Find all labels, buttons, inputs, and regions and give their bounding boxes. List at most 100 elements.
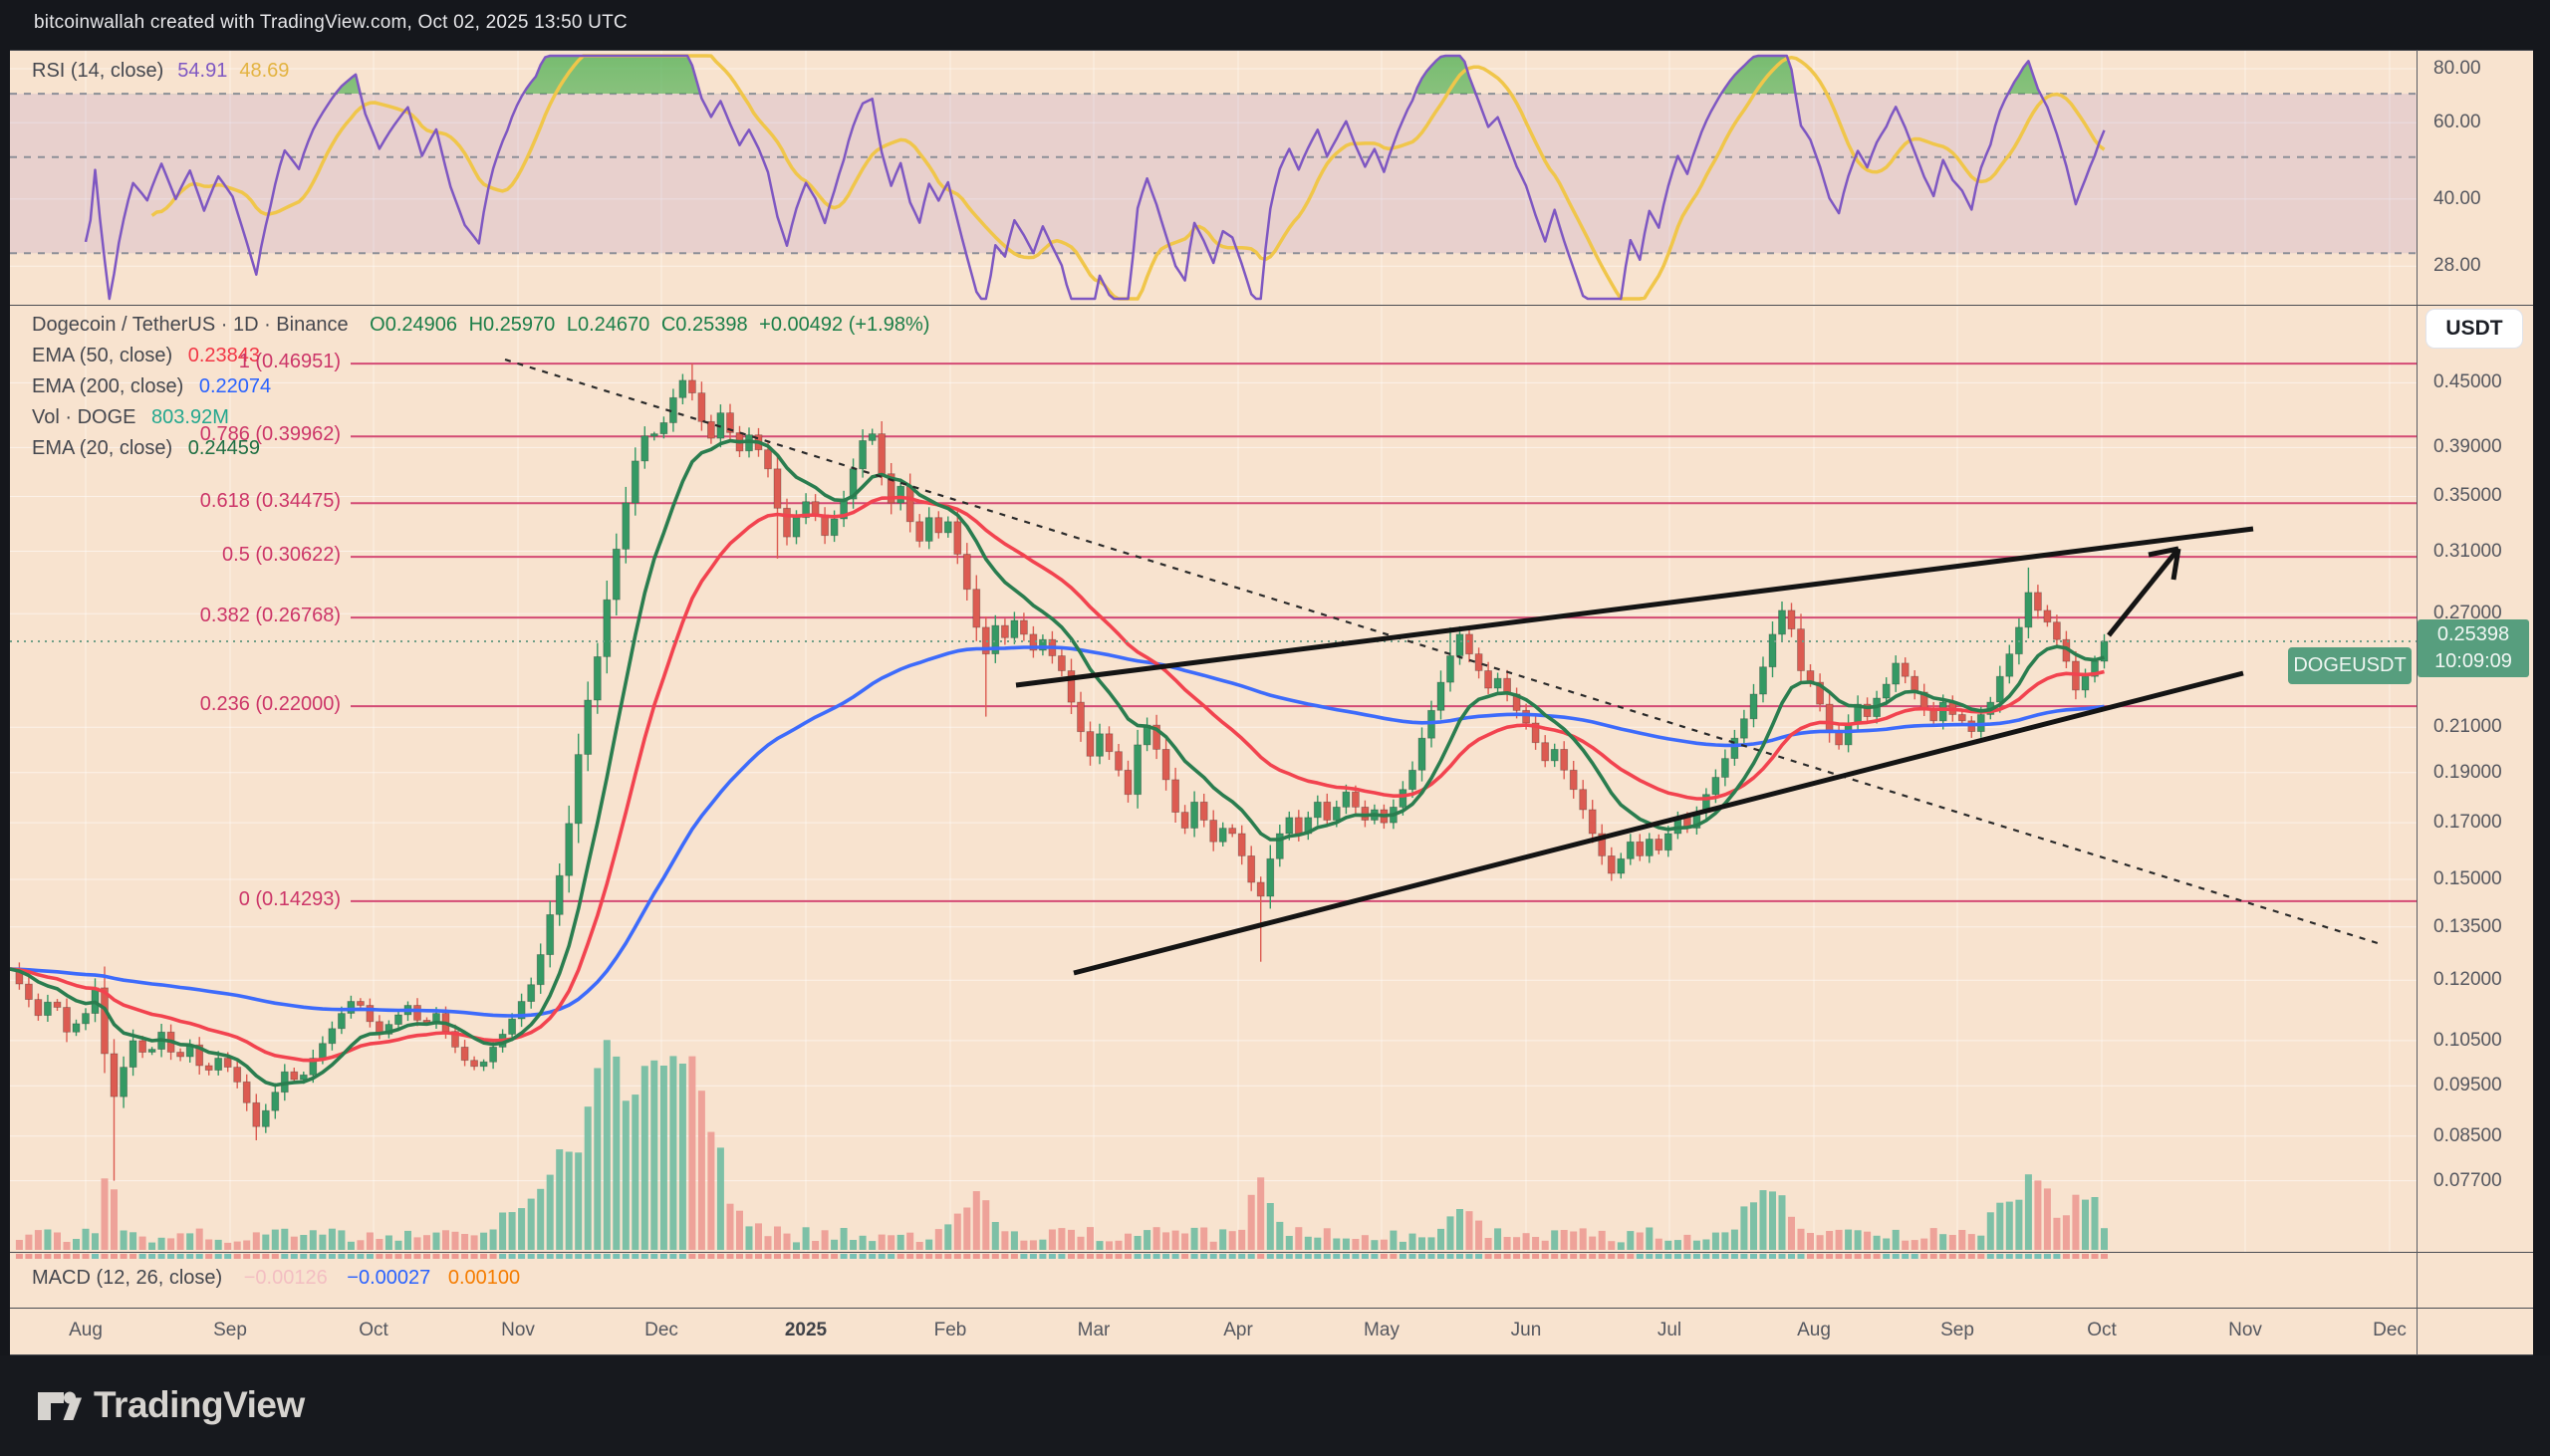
volume-bar — [774, 1227, 781, 1251]
volume-bar — [1466, 1211, 1473, 1250]
volume-bar — [1485, 1238, 1492, 1250]
time-axis-label[interactable]: Sep — [1917, 1320, 1997, 1341]
symbol-legend[interactable]: Dogecoin / TetherUS · 1D · Binance O0.24… — [32, 314, 929, 337]
time-axis-label[interactable]: Aug — [1774, 1320, 1854, 1341]
macd-hist-mark — [784, 1254, 791, 1259]
candle-body — [54, 1002, 61, 1007]
time-axis-label[interactable]: 2025 — [766, 1320, 846, 1341]
macd-hist-mark — [698, 1254, 705, 1259]
price-axis-label: 0.10500 — [2418, 1030, 2543, 1052]
time-axis-label[interactable]: Aug — [46, 1320, 126, 1341]
volume-bar — [1589, 1237, 1596, 1250]
macd-legend[interactable]: MACD (12, 26, close) −0.00126 −0.00027 0… — [32, 1267, 520, 1290]
pane-border-price-macd[interactable] — [10, 1252, 2533, 1253]
volume-bar — [16, 1240, 23, 1250]
macd-hist-mark — [1760, 1254, 1767, 1259]
candle-body — [1078, 702, 1085, 732]
candle-body — [1087, 732, 1094, 757]
volume-bar — [1912, 1240, 1918, 1250]
macd-hist-mark — [1011, 1254, 1018, 1259]
ema200-legend[interactable]: EMA (200, close) 0.22074 — [32, 375, 271, 398]
volume-bar — [1106, 1241, 1113, 1250]
macd-hist-mark — [2063, 1254, 2070, 1259]
volume-bar — [167, 1238, 174, 1250]
volume-bar — [1702, 1240, 1709, 1251]
macd-hist-mark — [262, 1254, 269, 1259]
volume-bar — [1248, 1195, 1255, 1250]
time-axis-label[interactable]: Oct — [2062, 1320, 2142, 1341]
breakout-arrow[interactable] — [2109, 549, 2178, 635]
volume-bar — [1078, 1237, 1085, 1250]
candle-body — [348, 1002, 355, 1014]
time-axis-label[interactable]: Apr — [1198, 1320, 1278, 1341]
time-axis-label[interactable]: Dec — [622, 1320, 701, 1341]
currency-toggle-button[interactable]: USDT — [2425, 309, 2523, 349]
time-axis-label[interactable]: Nov — [2205, 1320, 2285, 1341]
macd-hist-mark — [1381, 1254, 1388, 1259]
volume-bar — [2063, 1215, 2070, 1250]
macd-hist-mark — [83, 1254, 90, 1259]
time-axis-label[interactable]: Sep — [190, 1320, 270, 1341]
volume-bar — [1039, 1240, 1046, 1250]
volume-bar — [1902, 1241, 1909, 1250]
candle-body — [707, 421, 714, 438]
macd-hist-mark — [1618, 1254, 1625, 1259]
volume-bar — [1817, 1235, 1824, 1250]
chart-canvas[interactable] — [10, 50, 2417, 1355]
price-axis-label: 0.12000 — [2418, 969, 2543, 991]
macd-hist-mark — [954, 1254, 961, 1259]
volume-bar — [1020, 1241, 1027, 1250]
candle-body — [1181, 813, 1188, 829]
price-axis-column[interactable]: USDT 80.0060.0040.0028.00 0.450000.39000… — [2418, 50, 2533, 1355]
macd-hist-mark — [973, 1254, 980, 1259]
volume-bar — [338, 1230, 345, 1250]
volume-bar — [111, 1189, 118, 1250]
candle-body — [1608, 855, 1615, 873]
volume-bar — [44, 1230, 51, 1251]
volume-bar — [1162, 1232, 1169, 1250]
candle-body — [1210, 821, 1217, 843]
time-axis-label[interactable]: Dec — [2350, 1320, 2429, 1341]
macd-hist-mark — [1030, 1254, 1037, 1259]
candle-body — [1712, 778, 1719, 795]
candle-body — [925, 518, 932, 542]
pane-border-rsi-price[interactable] — [10, 305, 2533, 306]
volume-bar — [224, 1243, 231, 1250]
volume-bar — [1542, 1241, 1549, 1250]
volume-bar — [1855, 1230, 1862, 1250]
volume-bar — [92, 1233, 99, 1250]
volume-bar — [594, 1069, 601, 1251]
candle-body — [537, 955, 544, 985]
ema20-line[interactable] — [10, 441, 2105, 1086]
candle-body — [916, 522, 923, 542]
volume-bar — [897, 1235, 904, 1250]
macd-hist-mark — [1153, 1254, 1160, 1259]
macd-hist-mark — [1001, 1254, 1008, 1259]
volume-bar — [906, 1233, 913, 1250]
macd-hist-mark — [64, 1254, 71, 1259]
tradingview-logo[interactable]: TradingView — [36, 1384, 305, 1426]
volume-bar — [869, 1241, 876, 1250]
volume-bar — [1968, 1234, 1975, 1250]
volume-bar — [1333, 1239, 1340, 1251]
time-axis-label[interactable]: Mar — [1054, 1320, 1134, 1341]
macd-hist-mark — [2101, 1254, 2108, 1259]
macd-hist-mark — [395, 1254, 402, 1259]
time-axis-label[interactable]: May — [1342, 1320, 1421, 1341]
time-axis-label[interactable]: Jun — [1486, 1320, 1566, 1341]
time-axis-label[interactable]: Nov — [478, 1320, 558, 1341]
macd-hist-mark — [348, 1254, 355, 1259]
time-axis-label[interactable]: Oct — [334, 1320, 413, 1341]
ema50-line[interactable] — [10, 497, 2105, 1060]
rsi-legend[interactable]: RSI (14, close)54.9148.69 — [32, 60, 289, 83]
time-axis-label[interactable]: Jul — [1630, 1320, 1709, 1341]
volume-bar — [528, 1199, 535, 1250]
candle-body — [1740, 719, 1747, 739]
price-axis-label: 0.21000 — [2418, 716, 2543, 738]
candle-body — [1135, 745, 1142, 795]
volume-bar — [1683, 1235, 1690, 1250]
pane-border-top — [10, 50, 2533, 51]
volume-bar — [1750, 1202, 1757, 1250]
time-axis-label[interactable]: Feb — [910, 1320, 990, 1341]
macd-hist-mark — [291, 1254, 298, 1259]
